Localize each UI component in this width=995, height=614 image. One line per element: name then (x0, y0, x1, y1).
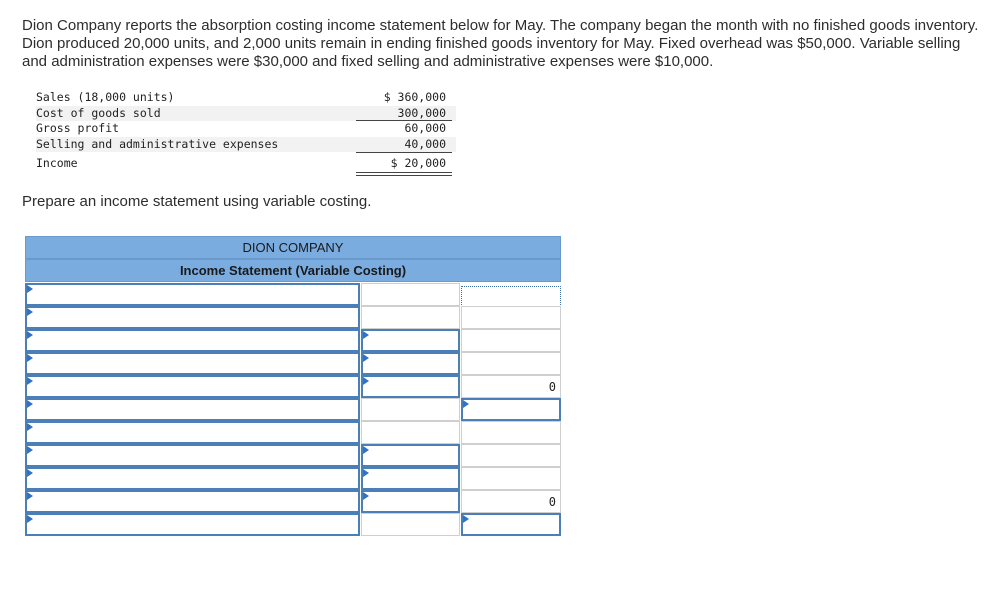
row3-label-input[interactable] (25, 329, 360, 352)
row2-amount-input[interactable] (361, 306, 460, 329)
row5-total-cell: 0 (461, 375, 561, 398)
row7-label-input[interactable] (25, 421, 360, 444)
row2-total-input[interactable] (461, 306, 561, 329)
row5-total-value: 0 (548, 380, 556, 394)
sales-row: Sales (18,000 units) $ 360,000 (36, 90, 456, 106)
row9-total-input[interactable] (461, 467, 561, 490)
dropdown-marker-icon (27, 331, 33, 339)
input-marker-icon (463, 400, 469, 408)
cogs-label: Cost of goods sold (36, 105, 161, 120)
row6-total-input[interactable] (461, 398, 561, 421)
row4-amount-input[interactable] (361, 352, 460, 375)
row7-total-input[interactable] (461, 421, 561, 444)
row10-total-cell: 0 (461, 490, 561, 513)
row5-label-input[interactable] (25, 375, 360, 398)
selling-admin-amount: 40,000 (404, 136, 446, 151)
input-marker-icon (363, 446, 369, 454)
row8-total-input[interactable] (461, 444, 561, 467)
dropdown-marker-icon (27, 285, 33, 293)
income-label: Income (36, 156, 78, 170)
income-row: Income $ 20,000 (36, 156, 456, 172)
company-header: DION COMPANY (25, 236, 561, 259)
selling-admin-underline (356, 152, 452, 153)
sales-label: Sales (18,000 units) (36, 90, 175, 104)
sales-amount: $ 360,000 (383, 90, 446, 104)
dropdown-marker-icon (27, 377, 33, 385)
row8-label-input[interactable] (25, 444, 360, 467)
row11-total-input[interactable] (461, 513, 561, 536)
row5-amount-input[interactable] (361, 375, 460, 398)
dropdown-marker-icon (27, 308, 33, 316)
input-marker-icon (463, 515, 469, 523)
dropdown-marker-icon (27, 492, 33, 500)
gross-profit-amount: 60,000 (404, 121, 446, 135)
row7-amount-input[interactable] (361, 421, 460, 444)
row3-amount-input[interactable] (361, 329, 460, 352)
row6-label-input[interactable] (25, 398, 360, 421)
row2-label-input[interactable] (25, 306, 360, 329)
input-marker-icon (363, 492, 369, 500)
row4-label-input[interactable] (25, 352, 360, 375)
row9-amount-input[interactable] (361, 467, 460, 490)
instruction-text: Prepare an income statement using variab… (22, 193, 372, 210)
gross-profit-row: Gross profit 60,000 (36, 121, 456, 137)
row11-label-input[interactable] (25, 513, 360, 536)
dropdown-marker-icon (27, 446, 33, 454)
row10-total-value: 0 (548, 495, 556, 509)
row1-label-input[interactable] (25, 283, 360, 306)
income-amount: $ 20,000 (390, 156, 446, 170)
input-marker-icon (363, 331, 369, 339)
variable-costing-worksheet: DION COMPANY Income Statement (Variable … (25, 236, 561, 536)
row6-amount-input[interactable] (361, 398, 460, 421)
row10-label-input[interactable] (25, 490, 360, 513)
absorption-income-statement: Sales (18,000 units) $ 360,000 Cost of g… (36, 90, 456, 176)
input-marker-icon (363, 377, 369, 385)
problem-text: Dion Company reports the absorption cost… (22, 17, 979, 70)
gross-profit-label: Gross profit (36, 121, 120, 135)
row1-amount-input[interactable] (361, 283, 460, 306)
row9-label-input[interactable] (25, 467, 360, 490)
dropdown-marker-icon (27, 423, 33, 431)
selling-admin-row: Selling and administrative expenses 40,0… (36, 136, 456, 152)
row8-amount-input[interactable] (361, 444, 460, 467)
dropdown-marker-icon (27, 469, 33, 477)
statement-title: Income Statement (Variable Costing) (25, 259, 561, 282)
row4-total-input[interactable] (461, 352, 561, 375)
dropdown-marker-icon (27, 400, 33, 408)
row3-total-input[interactable] (461, 329, 561, 352)
row10-amount-input[interactable] (361, 490, 460, 513)
income-double-underline-1 (356, 172, 452, 173)
dropdown-marker-icon (27, 515, 33, 523)
input-marker-icon (363, 469, 369, 477)
dropdown-marker-icon (27, 354, 33, 362)
selling-admin-label: Selling and administrative expenses (36, 136, 279, 151)
row11-amount-input[interactable] (361, 513, 460, 536)
income-double-underline-2 (356, 175, 452, 176)
input-marker-icon (363, 354, 369, 362)
cogs-row: Cost of goods sold 300,000 (36, 105, 456, 121)
cogs-amount: 300,000 (397, 105, 446, 120)
